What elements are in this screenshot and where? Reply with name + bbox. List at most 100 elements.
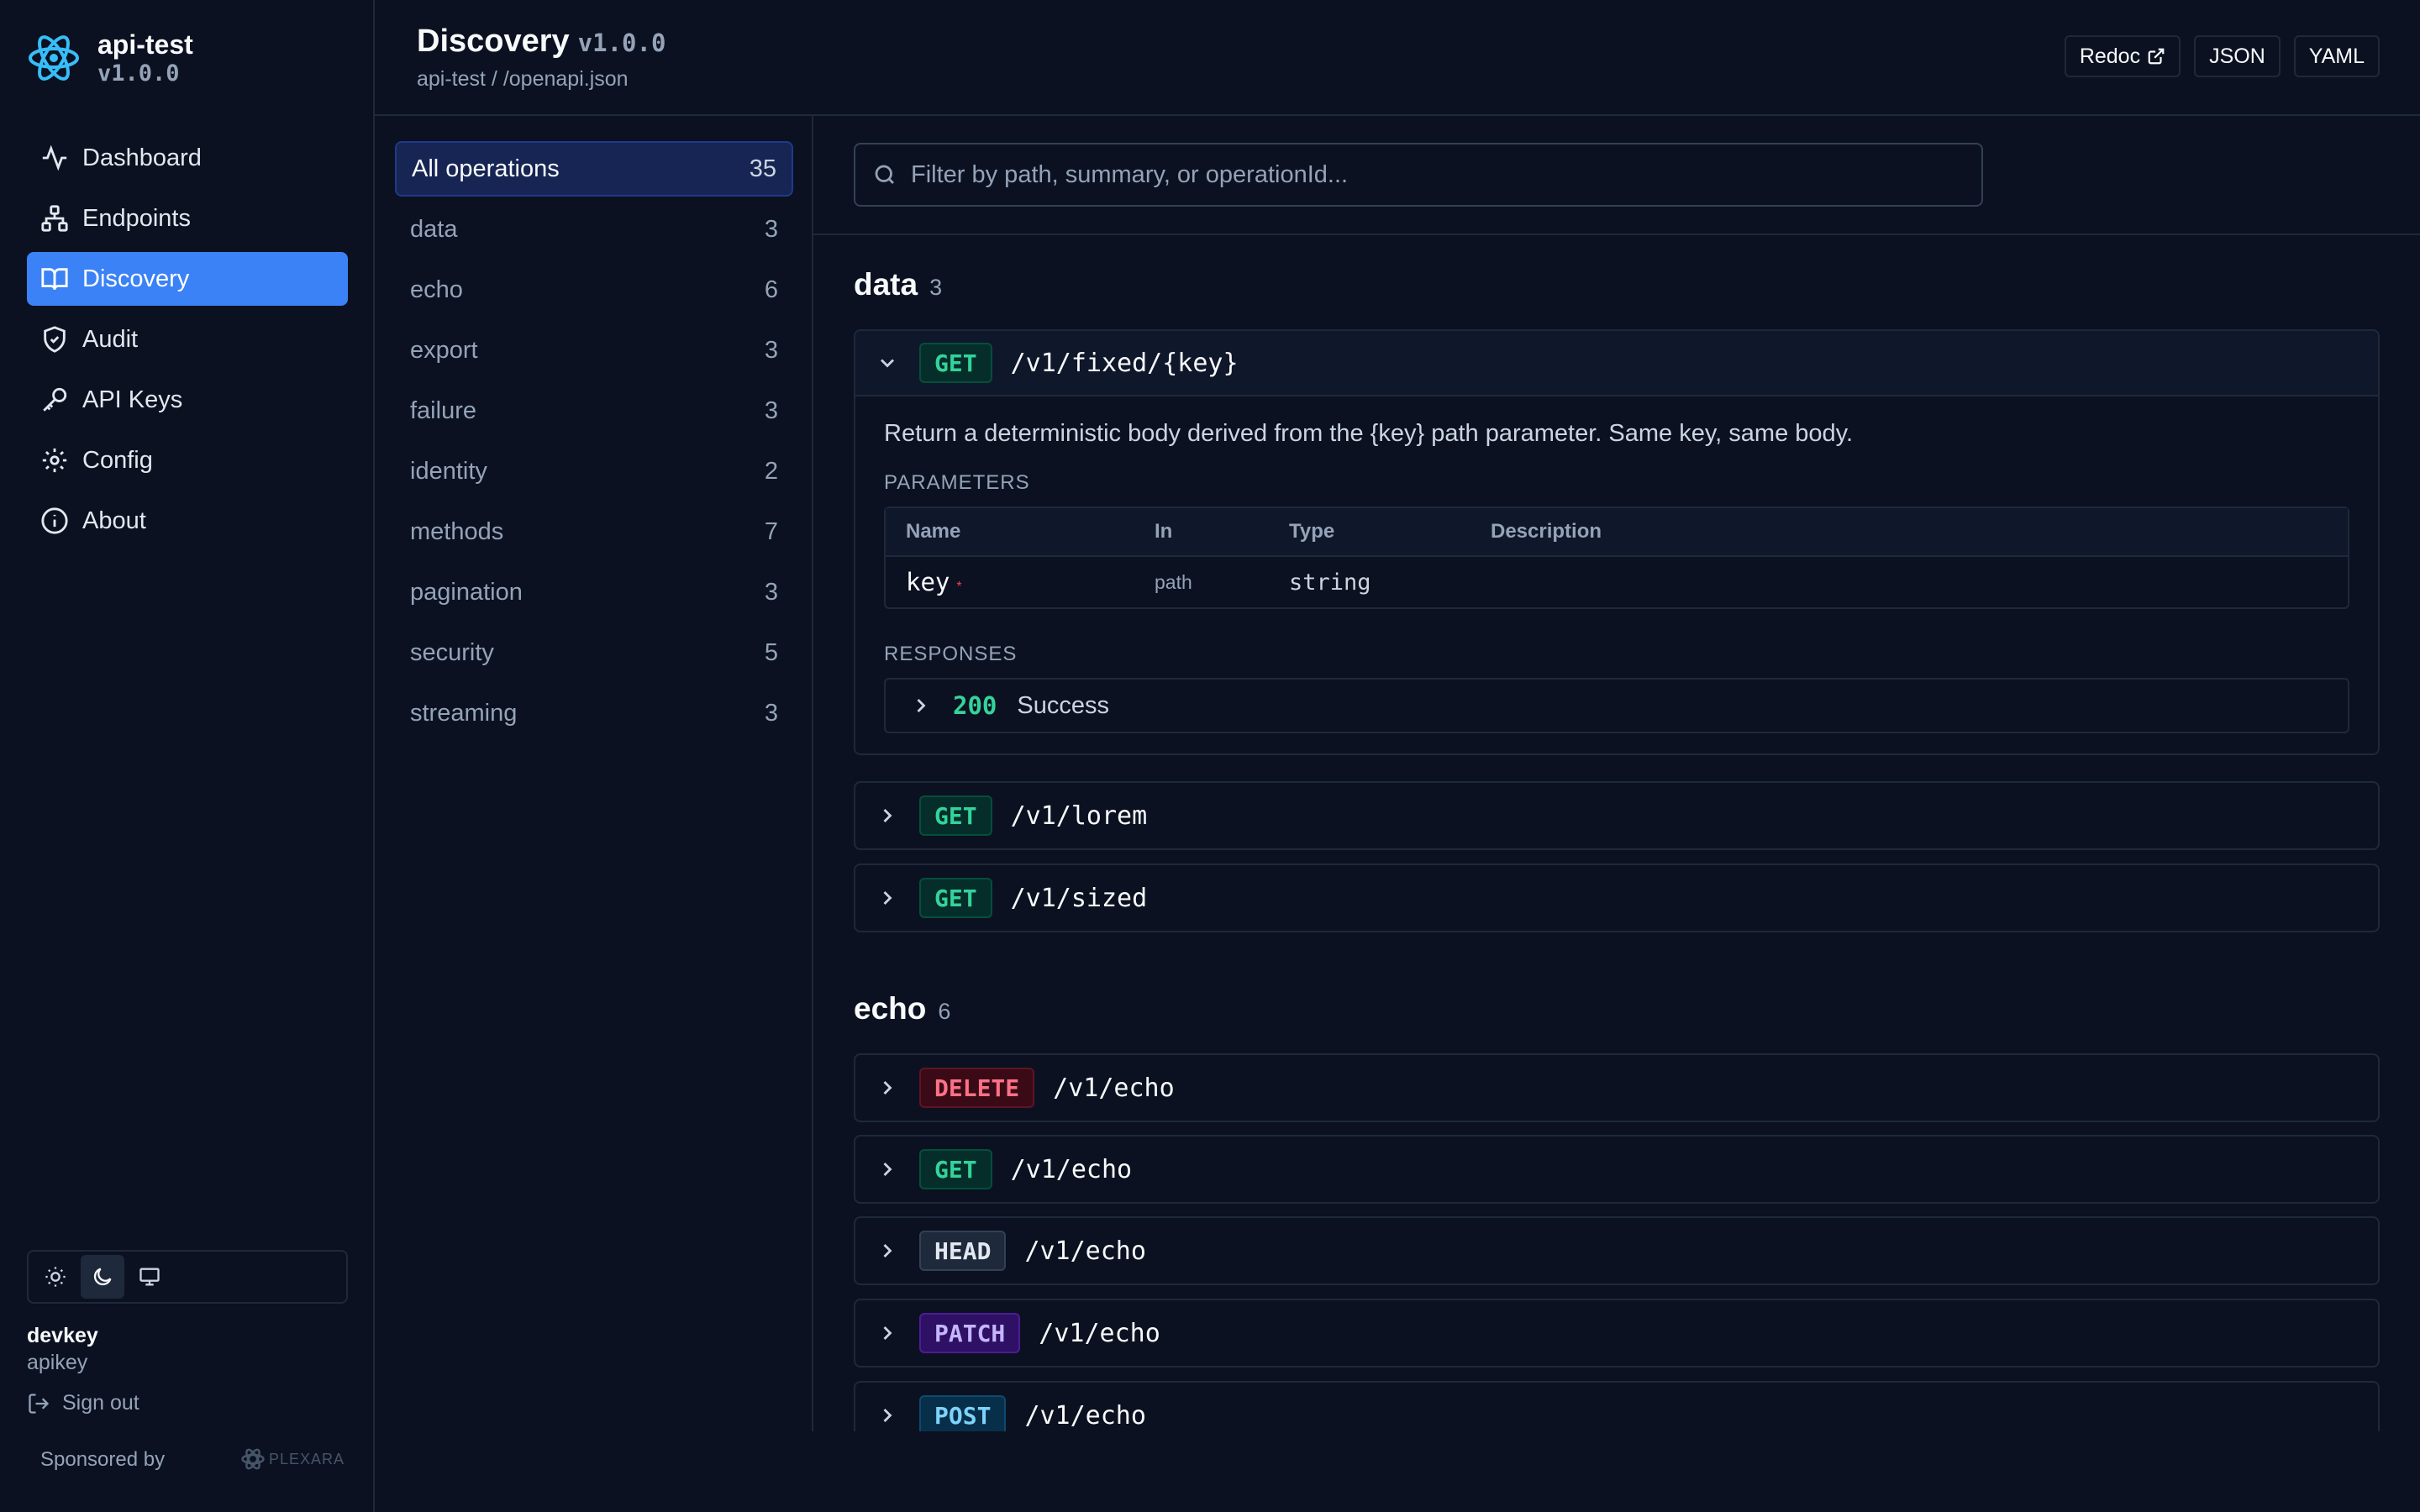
header-actions: Redoc JSON YAML (2051, 35, 2380, 77)
log-out-icon (29, 1393, 50, 1414)
tag-methods[interactable]: methods 7 (395, 504, 793, 559)
nav-label: About (82, 507, 146, 534)
tag-streaming[interactable]: streaming 3 (395, 685, 793, 741)
tag-label: data (410, 215, 458, 243)
operation-header[interactable]: GET /v1/echo (855, 1137, 2378, 1202)
nav-label: Dashboard (82, 144, 202, 171)
page-version: v1.0.0 (577, 29, 666, 57)
redoc-button[interactable]: Redoc (2064, 35, 2181, 77)
tag-pagination[interactable]: pagination 3 (395, 564, 793, 620)
chevron-right-icon (917, 699, 926, 712)
column-type: Type (1289, 520, 1335, 543)
column-description: Description (1491, 520, 1602, 543)
plexara-logo-icon (241, 1448, 265, 1470)
sponsor-label: Sponsored by (40, 1448, 166, 1471)
nav-label: API Keys (82, 386, 183, 413)
response-200[interactable]: 200 Success (884, 678, 2349, 733)
nav-label: Audit (82, 325, 139, 353)
operation-get-lorem: GET /v1/lorem (854, 781, 2380, 850)
section-title: echo (854, 991, 927, 1026)
operation-post-echo: POST /v1/echo (854, 1381, 2380, 1431)
tag-echo[interactable]: echo 6 (395, 262, 793, 318)
required-marker: * (956, 580, 962, 594)
nav-item-discovery[interactable]: Discovery (27, 252, 348, 306)
nav-item-config[interactable]: Config (27, 433, 348, 487)
tag-label: All operations (412, 155, 560, 182)
operation-header[interactable]: GET /v1/lorem (855, 783, 2378, 848)
app-name: api-test (97, 29, 193, 60)
operation-get-fixed-key: GET /v1/fixed/{key} Return a determinist… (854, 329, 2380, 755)
search-icon (875, 165, 894, 184)
sign-out-button[interactable]: Sign out (27, 1391, 139, 1415)
tag-failure[interactable]: failure 3 (395, 383, 793, 438)
response-code: 200 (953, 691, 997, 720)
response-text: Success (1017, 691, 1109, 719)
tag-count: 5 (764, 638, 778, 666)
filter-input[interactable]: Filter by path, summary, or operationId.… (854, 143, 1983, 207)
operation-header[interactable]: GET /v1/fixed/{key} (855, 331, 2378, 396)
page-title: Discovery v1.0.0 (417, 24, 666, 60)
section-heading-echo: echo 6 (854, 991, 950, 1026)
shield-check-icon (44, 326, 66, 353)
method-badge: GET (919, 1149, 992, 1189)
operation-path: /v1/echo (1039, 1318, 1160, 1348)
theme-system-button[interactable] (128, 1255, 171, 1299)
section-count: 6 (938, 999, 951, 1024)
tag-label: identity (410, 457, 487, 485)
operation-path: /v1/echo (1010, 1154, 1133, 1184)
tag-data[interactable]: data 3 (395, 202, 793, 257)
nav-label: Config (82, 446, 153, 474)
atom-logo-icon (29, 35, 79, 81)
responses-heading: RESPONSES (884, 643, 1018, 665)
parameters-table: Name In Type Description key * path strin… (884, 507, 2349, 609)
operation-get-echo: GET /v1/echo (854, 1135, 2380, 1204)
nav-item-about[interactable]: About (27, 494, 348, 548)
method-badge: GET (919, 795, 992, 836)
nav-label: Discovery (82, 265, 190, 292)
nav-item-dashboard[interactable]: Dashboard (27, 131, 348, 185)
method-badge: DELETE (919, 1068, 1035, 1108)
tag-label: security (410, 638, 494, 666)
operation-header[interactable]: POST /v1/echo (855, 1383, 2378, 1431)
user-role: apikey (27, 1351, 88, 1374)
sponsor-logo[interactable]: PLEXARA (240, 1446, 345, 1472)
theme-light-button[interactable] (34, 1255, 77, 1299)
brand[interactable]: api-test v1.0.0 (27, 29, 193, 87)
tag-label: failure (410, 396, 476, 424)
network-icon (41, 205, 68, 232)
operation-description: Return a deterministic body derived from… (884, 420, 1854, 447)
redoc-label: Redoc (2079, 44, 2141, 68)
section-title: data (854, 267, 918, 302)
tag-security[interactable]: security 5 (395, 625, 793, 680)
tag-export[interactable]: export 3 (395, 323, 793, 378)
section-count: 3 (929, 275, 943, 300)
sign-out-label: Sign out (62, 1391, 139, 1415)
operation-path: /v1/fixed/{key} (1010, 348, 1239, 378)
tag-label: methods (410, 517, 504, 545)
json-button[interactable]: JSON (2194, 35, 2281, 77)
operation-header[interactable]: HEAD /v1/echo (855, 1218, 2378, 1284)
yaml-button[interactable]: YAML (2293, 35, 2380, 77)
theme-dark-button[interactable] (81, 1255, 124, 1299)
param-in: path (1155, 570, 1192, 593)
method-badge: POST (919, 1395, 1007, 1431)
tag-count: 7 (764, 517, 778, 545)
gear-icon (42, 448, 67, 473)
sidebar: api-test v1.0.0 Dashboard Endpoints Disc… (0, 0, 375, 1512)
operation-path: /v1/echo (1024, 1400, 1146, 1431)
operation-header[interactable]: GET /v1/sized (855, 865, 2378, 931)
chevron-right-icon (883, 1244, 892, 1257)
nav-item-audit[interactable]: Audit (27, 312, 348, 366)
operation-path: /v1/echo (1053, 1073, 1175, 1103)
tag-identity[interactable]: identity 2 (395, 444, 793, 499)
tag-all-operations[interactable]: All operations 35 (395, 141, 793, 197)
nav-item-endpoints[interactable]: Endpoints (27, 192, 348, 245)
operation-patch-echo: PATCH /v1/echo (854, 1299, 2380, 1368)
column-name: Name (906, 520, 961, 543)
operation-body: Return a deterministic body derived from… (855, 396, 2378, 753)
operation-header[interactable]: PATCH /v1/echo (855, 1300, 2378, 1366)
operation-header[interactable]: DELETE /v1/echo (855, 1055, 2378, 1121)
app-version: v1.0.0 (97, 60, 180, 87)
nav-item-api-keys[interactable]: API Keys (27, 373, 348, 427)
tag-label: echo (410, 276, 463, 303)
